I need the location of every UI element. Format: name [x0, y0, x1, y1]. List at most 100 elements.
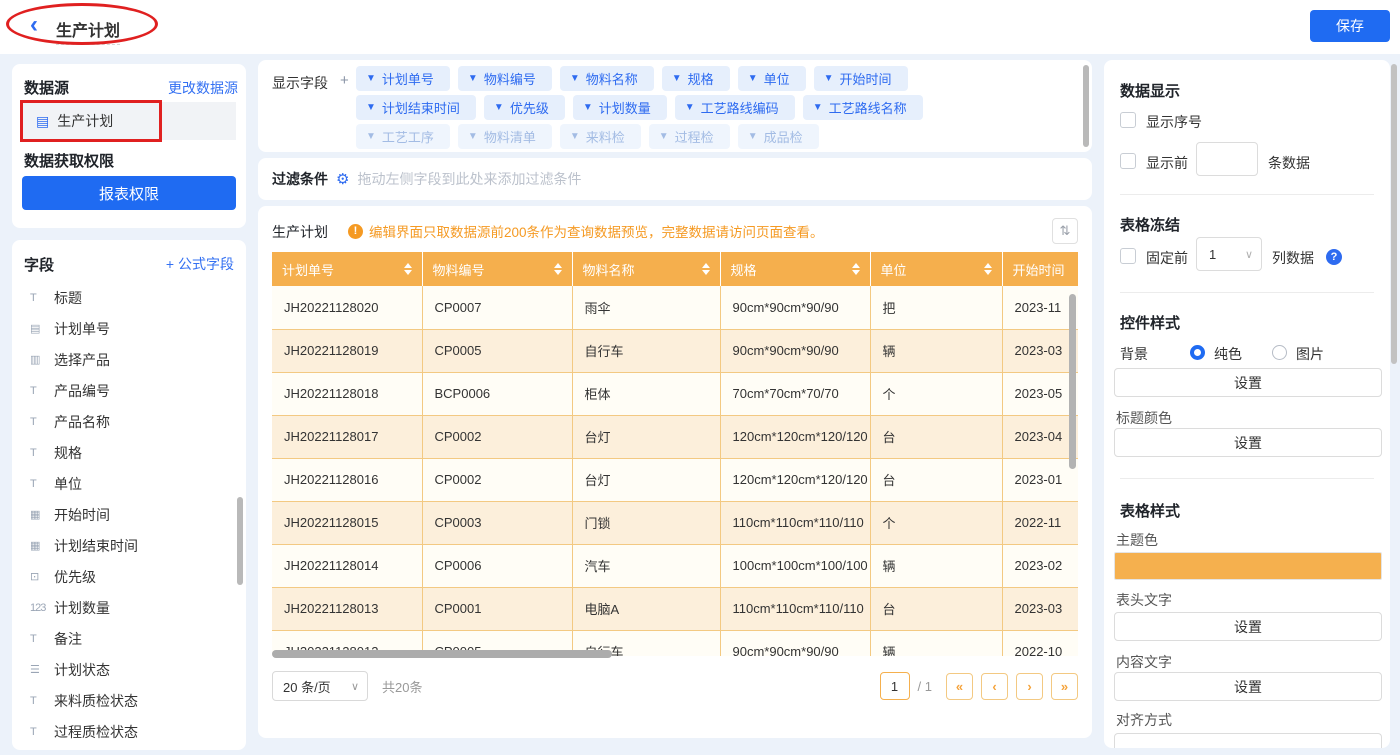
datasource-item[interactable]: ▤ 生产计划: [22, 102, 236, 140]
tag-material-no[interactable]: ▼物料编号: [458, 66, 552, 91]
col-material-name[interactable]: 物料名称: [572, 252, 720, 286]
field-item-spec[interactable]: T规格: [12, 437, 246, 468]
table-row[interactable]: JH20221128018BCP0006柜体70cm*70cm*70/70个20…: [272, 372, 1078, 415]
gear-icon[interactable]: ⚙: [336, 170, 349, 188]
field-item-plan-status[interactable]: ☰计划状态: [12, 654, 246, 685]
tag-unit[interactable]: ▼单位: [738, 66, 806, 91]
tag-route-name[interactable]: ▼工艺路线名称: [803, 95, 923, 120]
theme-color-swatch[interactable]: [1114, 552, 1382, 580]
col-spec[interactable]: 规格: [720, 252, 870, 286]
field-item-remark[interactable]: T备注: [12, 623, 246, 654]
image-radio[interactable]: [1272, 345, 1287, 360]
title-color-label: 标题颜色: [1116, 408, 1172, 428]
tag-plan-end-time[interactable]: ▼计划结束时间: [356, 95, 476, 120]
field-item-plan-no[interactable]: ▤计划单号: [12, 313, 246, 344]
table-vertical-scrollbar[interactable]: [1069, 294, 1076, 469]
field-item-plan-end-time[interactable]: ▦计划结束时间: [12, 530, 246, 561]
table-row[interactable]: JH20221128017CP0002台灯120cm*120cm*120/120…: [272, 415, 1078, 458]
table-row[interactable]: JH20221128014CP0006汽车100cm*100cm*100/100…: [272, 544, 1078, 587]
table-style-title: 表格样式: [1120, 500, 1180, 521]
align-control-partial[interactable]: [1114, 733, 1382, 748]
field-item-title[interactable]: T标题: [12, 282, 246, 313]
plan-no-icon: ▤: [30, 322, 50, 335]
tag-material-name[interactable]: ▼物料名称: [560, 66, 654, 91]
col-plan-no[interactable]: 计划单号: [272, 252, 422, 286]
tag-route-code[interactable]: ▼工艺路线编码: [675, 95, 795, 120]
display-fields-scrollbar[interactable]: [1083, 65, 1089, 147]
sort-icon[interactable]: [984, 263, 992, 275]
back-icon[interactable]: ‹: [30, 11, 38, 39]
tag-spec[interactable]: ▼规格: [662, 66, 730, 91]
col-label: 开始时间: [1013, 260, 1065, 279]
fix-columns-select[interactable]: 1 ∨: [1196, 237, 1262, 271]
page-scrollbar[interactable]: [1391, 64, 1397, 364]
field-item-product-no[interactable]: T产品编号: [12, 375, 246, 406]
table-row[interactable]: JH20221128013CP0001电脑A110cm*110cm*110/11…: [272, 587, 1078, 630]
field-item-start-time[interactable]: ▦开始时间: [12, 499, 246, 530]
table-row[interactable]: JH20221128020CP0007雨伞90cm*90cm*90/90把202…: [272, 286, 1078, 329]
page-number-input[interactable]: [880, 672, 910, 700]
tag-label: 规格: [688, 69, 714, 88]
add-display-field-icon[interactable]: +: [340, 72, 349, 89]
prev-page-button[interactable]: ‹: [981, 673, 1008, 700]
sort-icon[interactable]: [404, 263, 412, 275]
caret-down-icon: ▼: [748, 73, 758, 84]
field-item-product-name[interactable]: T产品名称: [12, 406, 246, 437]
row-count-input[interactable]: [1196, 142, 1258, 176]
sort-icon[interactable]: [852, 263, 860, 275]
show-index-checkbox[interactable]: [1120, 112, 1136, 128]
tag-label: 物料名称: [586, 69, 638, 88]
col-start-time[interactable]: 开始时间: [1002, 252, 1078, 286]
caret-down-icon: ▼: [468, 131, 478, 142]
col-material-no[interactable]: 物料编号: [422, 252, 572, 286]
add-formula-field-link[interactable]: + 公式字段: [166, 254, 234, 275]
sort-icon[interactable]: [702, 263, 710, 275]
sort-order-icon[interactable]: ⇅: [1052, 218, 1078, 244]
field-label: 开始时间: [54, 505, 110, 525]
solid-color-label: 纯色: [1214, 344, 1242, 364]
tag-incoming-check[interactable]: ▼来料检: [560, 124, 641, 149]
field-item-select-product[interactable]: ▥选择产品: [12, 344, 246, 375]
field-item-unit[interactable]: T单位: [12, 468, 246, 499]
tag-plan-no[interactable]: ▼计划单号: [356, 66, 450, 91]
tag-final-check[interactable]: ▼成品检: [738, 124, 819, 149]
save-button[interactable]: 保存: [1310, 10, 1390, 42]
solid-color-radio[interactable]: [1190, 345, 1205, 360]
tag-priority[interactable]: ▼优先级: [484, 95, 565, 120]
table-row[interactable]: JH20221128015CP0003门锁110cm*110cm*110/110…: [272, 501, 1078, 544]
content-text-set-button[interactable]: 设置: [1114, 672, 1382, 701]
header-text-set-button[interactable]: 设置: [1114, 612, 1382, 641]
chevron-down-icon: ∨: [1245, 248, 1253, 261]
table-row[interactable]: JH20221128019CP0005自行车90cm*90cm*90/90辆20…: [272, 329, 1078, 372]
last-page-button[interactable]: »: [1051, 673, 1078, 700]
title-color-set-button[interactable]: 设置: [1114, 428, 1382, 457]
chevron-down-icon: ∨: [351, 680, 359, 693]
fix-columns-checkbox[interactable]: [1120, 248, 1136, 264]
caret-down-icon: ▼: [494, 102, 504, 113]
tag-start-time[interactable]: ▼开始时间: [814, 66, 908, 91]
tag-process-step[interactable]: ▼工艺工序: [356, 124, 450, 149]
field-item-priority[interactable]: ⊡优先级: [12, 561, 246, 592]
filter-dropzone[interactable]: 拖动左侧字段到此处来添加过滤条件: [357, 169, 581, 189]
help-icon[interactable]: ?: [1326, 249, 1342, 265]
change-datasource-link[interactable]: 更改数据源: [168, 78, 238, 98]
background-set-button[interactable]: 设置: [1114, 368, 1382, 397]
next-page-button[interactable]: ›: [1016, 673, 1043, 700]
tag-bom[interactable]: ▼物料清单: [458, 124, 552, 149]
field-item-plan-qty[interactable]: 123计划数量: [12, 592, 246, 623]
field-item-process-qc[interactable]: T过程质检状态: [12, 716, 246, 747]
tag-plan-qty[interactable]: ▼计划数量: [573, 95, 667, 120]
field-item-incoming-qc[interactable]: T来料质检状态: [12, 685, 246, 716]
fields-scrollbar[interactable]: [237, 497, 243, 585]
report-permission-button[interactable]: 报表权限: [22, 176, 236, 210]
table-row[interactable]: JH20221128016CP0002台灯120cm*120cm*120/120…: [272, 458, 1078, 501]
show-first-checkbox[interactable]: [1120, 153, 1136, 169]
tag-process-check[interactable]: ▼过程检: [649, 124, 730, 149]
sort-icon[interactable]: [554, 263, 562, 275]
col-unit[interactable]: 单位: [870, 252, 1002, 286]
first-page-button[interactable]: «: [946, 673, 973, 700]
table-horizontal-scrollbar[interactable]: [272, 650, 612, 658]
align-label: 对齐方式: [1116, 710, 1172, 730]
notice-text: 编辑界面只取数据源前200条作为查询数据预览，完整数据请访问页面查看。: [369, 221, 824, 241]
page-size-select[interactable]: 20 条/页 ∨: [272, 671, 368, 701]
